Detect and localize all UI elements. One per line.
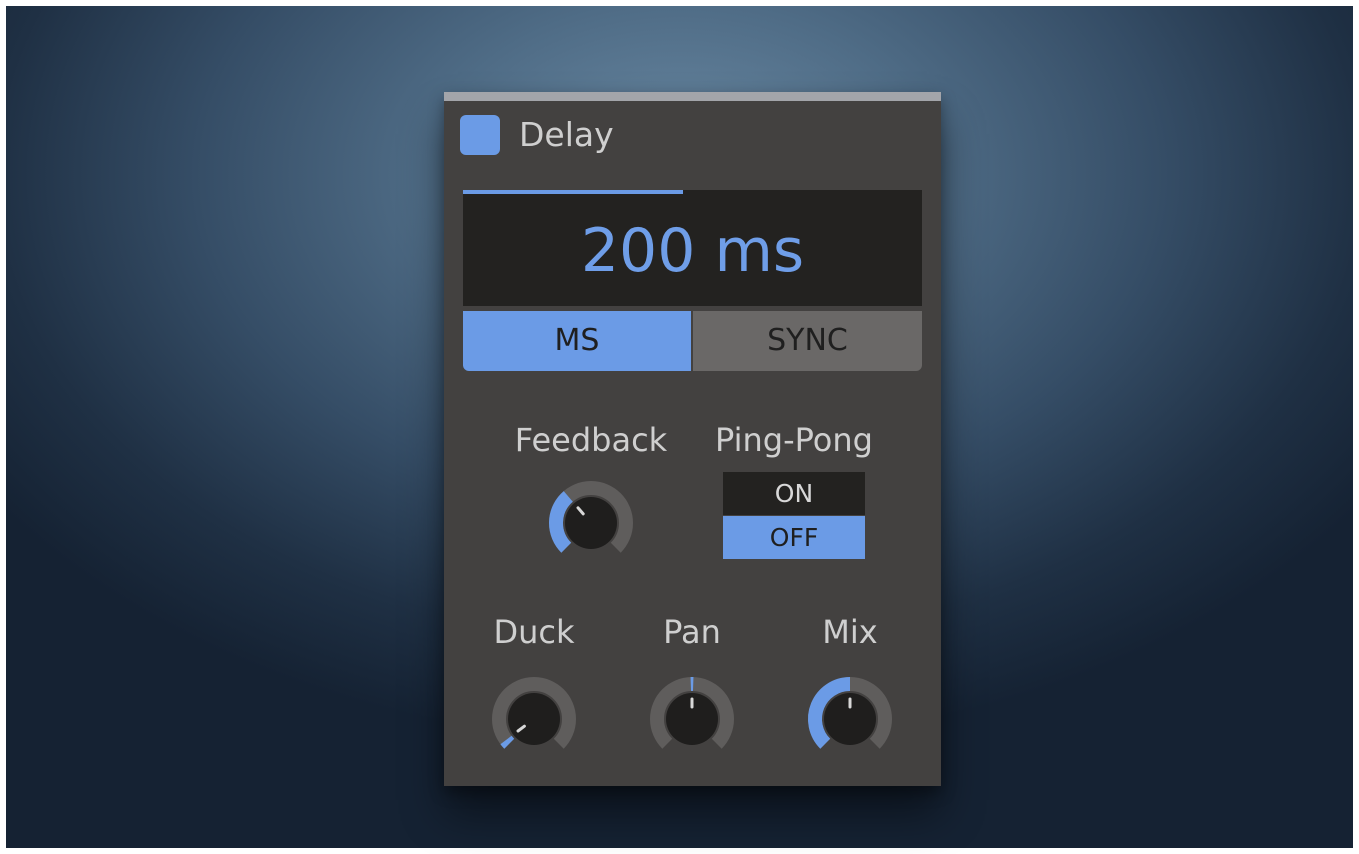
knob-cap (565, 497, 617, 549)
delay-time-progress-bar (463, 190, 684, 194)
pan-knob[interactable] (648, 675, 736, 763)
ping-pong-off-button[interactable]: OFF (723, 516, 865, 559)
mode-sync-button[interactable]: SYNC (693, 311, 922, 371)
ping-pong-on-button[interactable]: ON (723, 472, 865, 515)
mix-label: Mix (822, 613, 878, 651)
desktop-background: Delay 200 ms MS SYNC Feedback Ping-Pong … (6, 6, 1353, 848)
duck-label: Duck (493, 613, 575, 651)
duck-knob[interactable] (490, 675, 578, 763)
power-toggle-button[interactable] (460, 115, 500, 155)
pan-label: Pan (663, 613, 721, 651)
delay-time-display[interactable]: 200 ms (463, 190, 922, 306)
delay-time-value: 200 ms (580, 216, 805, 286)
feedback-label: Feedback (514, 421, 668, 459)
delay-plugin-panel: Delay 200 ms MS SYNC Feedback Ping-Pong … (444, 92, 941, 786)
panel-top-bar (444, 92, 941, 101)
mix-knob[interactable] (806, 675, 894, 763)
knob-cap (508, 693, 560, 745)
ping-pong-label: Ping-Pong (715, 421, 873, 459)
knob-value-arc (500, 735, 515, 749)
mode-ms-button[interactable]: MS (463, 311, 691, 371)
feedback-knob[interactable] (547, 479, 635, 567)
panel-title: Delay (519, 115, 614, 154)
